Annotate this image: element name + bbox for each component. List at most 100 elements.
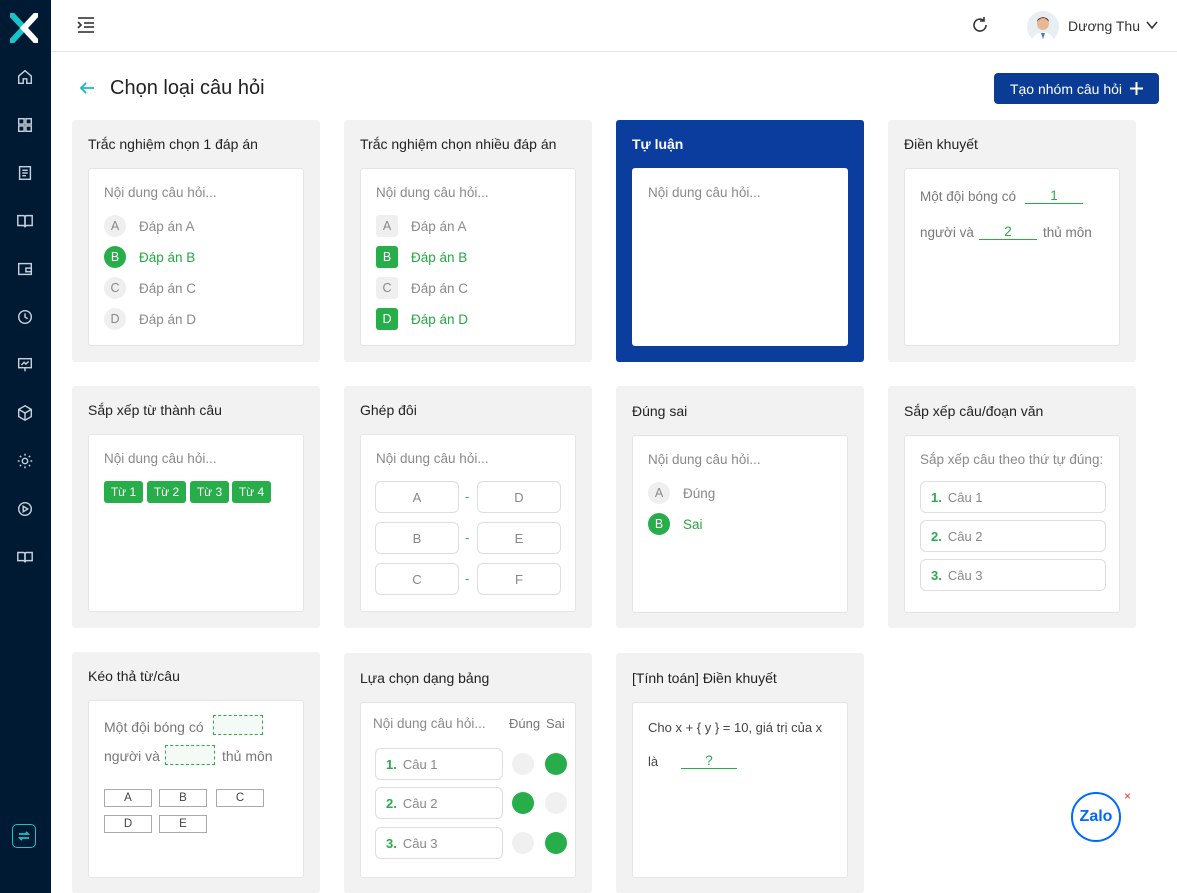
back-arrow-icon[interactable] bbox=[78, 79, 96, 97]
match-right: D bbox=[477, 481, 561, 513]
drag-chip: A bbox=[104, 789, 152, 807]
radio-true bbox=[512, 792, 534, 814]
card-title: Điền khuyết bbox=[904, 136, 978, 152]
drag-chip: D bbox=[104, 815, 152, 833]
drop-zone bbox=[213, 715, 263, 735]
match-right: E bbox=[477, 522, 561, 554]
refresh-icon[interactable] bbox=[971, 16, 989, 34]
card-calc-fill[interactable]: [Tính toán] Điền khuyết Cho x + { y } = … bbox=[616, 653, 864, 893]
column-false: Sai bbox=[546, 716, 565, 731]
page-title: Chọn loại câu hỏi bbox=[110, 77, 265, 99]
card-matching[interactable]: Ghép đôi Nội dung câu hỏi... A - D B - E… bbox=[344, 386, 592, 628]
switch-icon[interactable] bbox=[12, 824, 36, 848]
card-title: Đúng sai bbox=[632, 403, 688, 419]
app-root: Dương Thu Chọn loại câu hỏi Tạo nhóm câu… bbox=[0, 0, 1177, 893]
card-title: Kéo thả từ/câu bbox=[88, 668, 180, 684]
open-book-icon[interactable] bbox=[15, 547, 35, 567]
card-single-choice[interactable]: Trắc nghiệm chọn 1 đáp án Nội dung câu h… bbox=[72, 120, 320, 362]
card-title: Trắc nghiệm chọn 1 đáp án bbox=[88, 136, 258, 152]
radio-false bbox=[545, 832, 567, 854]
option-true: A Đúng bbox=[648, 482, 715, 504]
question-placeholder: Nội dung câu hỏi... bbox=[648, 185, 761, 200]
card-preview: Nội dung câu hỏi... A Đáp án A B Đáp án B … bbox=[88, 168, 304, 346]
drag-chip: E bbox=[159, 815, 207, 833]
wallet-icon[interactable] bbox=[15, 259, 35, 279]
question-placeholder: Nội dung câu hỏi... bbox=[104, 185, 217, 200]
avatar[interactable] bbox=[1027, 11, 1059, 43]
settings-icon[interactable] bbox=[15, 451, 35, 471]
user-name[interactable]: Dương Thu bbox=[1068, 18, 1140, 34]
card-title: Ghép đôi bbox=[360, 402, 417, 418]
match-left: B bbox=[375, 522, 459, 554]
option-b: B Đáp án B bbox=[104, 246, 195, 268]
option-c: C Đáp án C bbox=[376, 277, 468, 299]
card-title: Sắp xếp câu/đoạn văn bbox=[904, 403, 1044, 419]
match-right: F bbox=[477, 563, 561, 595]
radio-true bbox=[512, 832, 534, 854]
card-preview: Nội dung câu hỏi... Đúng Sai 1. Câu 1 2. C… bbox=[360, 702, 576, 878]
card-title: Lựa chọn dạng bảng bbox=[360, 670, 490, 686]
card-title: Sắp xếp từ thành câu bbox=[88, 402, 222, 418]
card-preview: Nội dung câu hỏi... A Đúng B Sai bbox=[632, 435, 848, 613]
card-preview: Một đội bóng có người và thủ môn A B C D… bbox=[88, 700, 304, 878]
card-preview: Nội dung câu hỏi... A - D B - E C - F bbox=[360, 434, 576, 612]
chevron-down-icon[interactable] bbox=[1145, 18, 1159, 32]
match-left: A bbox=[375, 481, 459, 513]
card-preview: Nội dung câu hỏi... bbox=[632, 168, 848, 346]
question-placeholder: Nội dung câu hỏi... bbox=[104, 451, 217, 466]
clock-icon[interactable] bbox=[15, 307, 35, 327]
logo-icon[interactable] bbox=[10, 13, 38, 43]
word-chip: Từ 2 bbox=[147, 481, 186, 503]
question-placeholder: Nội dung câu hỏi... bbox=[376, 451, 489, 466]
table-row: 2. Câu 2 bbox=[375, 787, 503, 819]
drag-chip: B bbox=[159, 789, 207, 807]
card-multi-choice[interactable]: Trắc nghiệm chọn nhiều đáp án Nội dung c… bbox=[344, 120, 592, 362]
table-row: 3. Câu 3 bbox=[375, 827, 503, 859]
table-row: 1. Câu 1 bbox=[375, 748, 503, 780]
card-drag-drop[interactable]: Kéo thả từ/câu Một đội bóng có người và … bbox=[72, 652, 320, 893]
card-title: Tự luận bbox=[632, 136, 684, 152]
presentation-icon[interactable] bbox=[15, 355, 35, 375]
home-icon[interactable] bbox=[15, 67, 35, 87]
book-icon[interactable] bbox=[15, 211, 35, 231]
card-preview: Một đội bóng có 1 người và 2 thủ môn bbox=[904, 168, 1120, 346]
card-fill-blank[interactable]: Điền khuyết Một đội bóng có 1 người và 2… bbox=[888, 120, 1136, 362]
card-arrange-words[interactable]: Sắp xếp từ thành câu Nội dung câu hỏi...… bbox=[72, 386, 320, 628]
option-d: D Đáp án D bbox=[376, 308, 468, 330]
card-arrange-sentences[interactable]: Sắp xếp câu/đoạn văn Sắp xếp câu theo th… bbox=[888, 386, 1136, 628]
play-icon[interactable] bbox=[15, 499, 35, 519]
topbar: Dương Thu bbox=[51, 0, 1177, 52]
card-preview: Cho x + { y } = 10, giá trị của x là ? bbox=[632, 702, 848, 878]
menu-toggle-icon[interactable] bbox=[76, 16, 96, 34]
option-a: A Đáp án A bbox=[104, 215, 195, 237]
option-b: B Đáp án B bbox=[376, 246, 467, 268]
zalo-close-icon[interactable]: × bbox=[1124, 789, 1131, 803]
create-group-button[interactable]: Tạo nhóm câu hỏi bbox=[994, 73, 1159, 104]
zalo-chat-button[interactable]: Zalo bbox=[1071, 792, 1121, 842]
radio-true bbox=[512, 753, 534, 775]
card-preview: Sắp xếp câu theo thứ tự đúng: 1. Câu 1 2.… bbox=[904, 435, 1120, 613]
question-list-icon[interactable] bbox=[15, 163, 35, 183]
plus-icon bbox=[1130, 82, 1144, 95]
grid-icon[interactable] bbox=[15, 115, 35, 135]
card-essay[interactable]: Tự luận Nội dung câu hỏi... bbox=[616, 120, 864, 362]
question-placeholder: Nội dung câu hỏi... bbox=[373, 716, 486, 731]
sidebar bbox=[0, 0, 51, 893]
sentence-item: 2. Câu 2 bbox=[920, 520, 1106, 552]
blank-value: 1 bbox=[1025, 188, 1083, 204]
option-d: D Đáp án D bbox=[104, 308, 196, 330]
card-table-choice[interactable]: Lựa chọn dạng bảng Nội dung câu hỏi... Đ… bbox=[344, 653, 592, 893]
card-preview: Nội dung câu hỏi... bbox=[88, 434, 304, 612]
sentence-item: 1. Câu 1 bbox=[920, 481, 1106, 513]
question-placeholder: Nội dung câu hỏi... bbox=[648, 452, 761, 467]
card-title: Trắc nghiệm chọn nhiều đáp án bbox=[360, 136, 557, 152]
word-chip: Từ 4 bbox=[232, 481, 271, 503]
cube-icon[interactable] bbox=[15, 403, 35, 423]
option-a: A Đáp án A bbox=[376, 215, 467, 237]
card-preview: Nội dung câu hỏi... A Đáp án A B Đáp án B … bbox=[360, 168, 576, 346]
drag-chip: C bbox=[216, 789, 264, 807]
create-group-label: Tạo nhóm câu hỏi bbox=[1009, 80, 1123, 97]
card-true-false[interactable]: Đúng sai Nội dung câu hỏi... A Đúng B Sai bbox=[616, 386, 864, 628]
sentence-item: 3. Câu 3 bbox=[920, 559, 1106, 591]
radio-false bbox=[545, 792, 567, 814]
